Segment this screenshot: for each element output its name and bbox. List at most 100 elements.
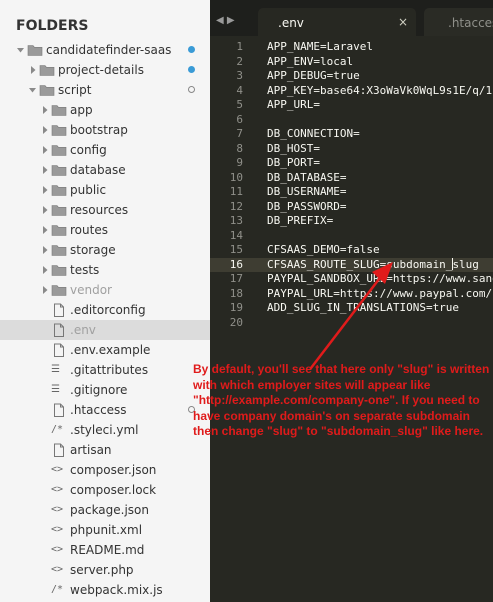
tab-env[interactable]: .env × [258,8,416,36]
tree-file[interactable]: .env [0,320,210,340]
code-line[interactable]: 14 [210,229,493,244]
chevron-right-icon[interactable] [40,120,50,140]
tree-file[interactable]: .editorconfig [0,300,210,320]
tab-nav-arrows[interactable]: ◀ ▶ [216,15,235,26]
close-icon[interactable]: × [398,15,408,29]
file-icon [54,403,64,417]
tree-file[interactable]: <> composer.json [0,460,210,480]
code-icon: <> [51,484,64,495]
chevron-right-icon[interactable] [40,280,50,300]
tree-folder[interactable]: routes [0,220,210,240]
chevron-right-icon[interactable] [40,160,50,180]
code-line[interactable]: 13 DB_PREFIX= [210,214,493,229]
line-number: 1 [236,40,243,53]
line-number: 15 [229,243,243,256]
folder-icon [51,105,67,116]
code-text: APP_URL= [267,98,320,111]
folder-icon [51,225,67,236]
tree-item-label: config [70,143,107,157]
chevron-right-icon[interactable] [40,200,50,220]
code-text: APP_ENV=local [267,54,354,68]
file-icon [54,303,64,317]
code-line[interactable]: 8 DB_HOST= [210,142,493,157]
code-line[interactable]: 10 DB_DATABASE= [210,171,493,186]
tree-folder[interactable]: bootstrap [0,120,210,140]
tree-folder[interactable]: resources [0,200,210,220]
code-area[interactable]: 1 APP_NAME=Laravel 2 APP_ENV=local 3 APP_DEBU… [210,40,493,330]
folder-icon [51,125,67,136]
tree-item-label: package.json [70,503,150,517]
tree-folder[interactable]: candidatefinder-saas [0,40,210,60]
code-line[interactable]: 5 APP_URL= [210,98,493,113]
tab-htaccess[interactable]: .htaccess [424,8,493,36]
tree-folder[interactable]: database [0,160,210,180]
tree-file[interactable]: /* .styleci.yml [0,420,210,440]
tree-folder[interactable]: tests [0,260,210,280]
code-text: CFSAAS_ROUTE_SLUG=subdomain_slug [267,257,479,271]
tree-folder[interactable]: script [0,80,210,100]
tree-file[interactable]: <> composer.lock [0,480,210,500]
code-line[interactable]: 1 APP_NAME=Laravel [210,40,493,55]
code-icon: <> [51,464,64,475]
tree-file[interactable]: <> server.php [0,560,210,580]
file-icon [54,343,64,357]
tree-file[interactable]: /* webpack.mix.js [0,580,210,600]
chevron-right-icon[interactable] [28,60,38,80]
tree-item-label: bootstrap [70,123,128,137]
tree-item-label: webpack.mix.js [70,583,163,597]
tree-item-label: phpunit.xml [70,523,143,537]
folder-icon [51,185,67,196]
tree-folder[interactable]: project-details [0,60,210,80]
tree-file[interactable]: <> README.md [0,540,210,560]
tree-file[interactable]: ☰ .gitignore [0,380,210,400]
unsaved-circle-icon [188,86,195,93]
file-icon [54,443,64,457]
code-line[interactable]: 15 CFSAAS_DEMO=false [210,243,493,258]
chevron-down-icon[interactable] [16,40,26,60]
line-number: 9 [236,156,243,169]
chevron-right-icon[interactable] [40,260,50,280]
code-line[interactable]: 19 ADD_SLUG_IN_TRANSLATIONS=true [210,301,493,316]
tree-file[interactable]: <> phpunit.xml [0,520,210,540]
code-line[interactable]: 4 APP_KEY=base64:X3oWaVk0WqL9s1E/q/1i [210,84,493,99]
tree-item-label: routes [70,223,108,237]
sidebar: FOLDERS candidatefinder-saas project-deta… [0,0,210,602]
chevron-right-icon[interactable] [40,240,50,260]
tree-folder[interactable]: vendor [0,280,210,300]
chevron-right-icon[interactable] [40,100,50,120]
tree-file[interactable]: .env.example [0,340,210,360]
code-line[interactable]: 7 DB_CONNECTION= [210,127,493,142]
tree-file[interactable]: <> package.json [0,500,210,520]
code-line[interactable]: 11 DB_USERNAME= [210,185,493,200]
code-line[interactable]: 16 CFSAAS_ROUTE_SLUG=subdomain_slug [210,257,493,272]
tree-file[interactable]: .htaccess [0,400,210,420]
chevron-right-icon[interactable] [40,220,50,240]
tree-item-label: .gitattributes [70,363,149,377]
code-line[interactable]: 3 APP_DEBUG=true [210,69,493,84]
chevron-right-icon[interactable] [40,140,50,160]
tree-folder[interactable]: storage [0,240,210,260]
code-icon: <> [51,504,64,515]
tree-item-label: project-details [58,63,144,77]
code-line[interactable]: 17 PAYPAL_SANDBOX_URL=https://www.sand [210,272,493,287]
code-line[interactable]: 9 DB_PORT= [210,156,493,171]
code-line[interactable]: 6 [210,113,493,128]
code-line[interactable]: 20 [210,316,493,331]
tree-file[interactable]: artisan [0,440,210,460]
tree-folder[interactable]: app [0,100,210,120]
tree-folder[interactable]: config [0,140,210,160]
line-number: 17 [229,272,243,285]
tree-item-label: app [70,103,93,117]
line-number: 20 [229,315,243,329]
code-text: DB_HOST= [267,141,320,155]
code-line[interactable]: 18 PAYPAL_URL=https://www.paypal.com/c [210,287,493,302]
chevron-right-icon[interactable] [40,180,50,200]
file-icon [54,323,64,337]
editor-pane: ◀ ▶ .env × .htaccess 1 APP_NAME=Laravel 2 A… [210,0,493,602]
tree-file[interactable]: ☰ .gitattributes [0,360,210,380]
code-line[interactable]: 12 DB_PASSWORD= [210,200,493,215]
code-line[interactable]: 2 APP_ENV=local [210,55,493,70]
lines-icon: ☰ [51,364,60,375]
tree-folder[interactable]: public [0,180,210,200]
chevron-down-icon[interactable] [28,80,38,100]
